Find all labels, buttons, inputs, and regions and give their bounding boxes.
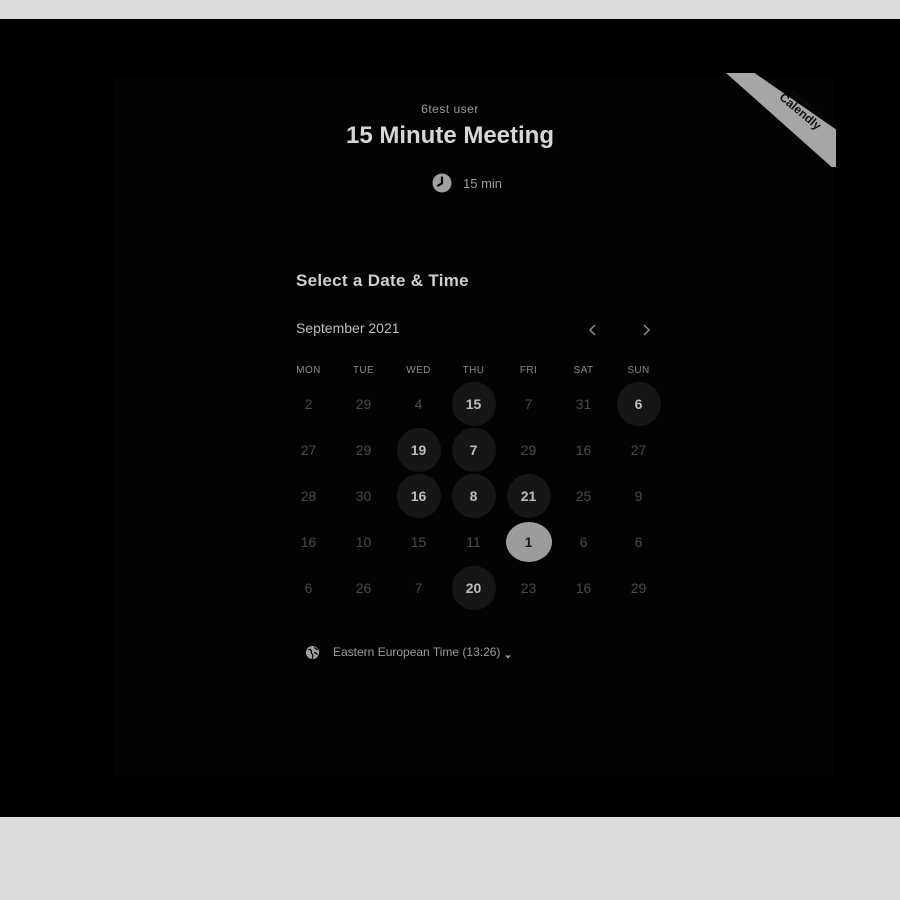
available-day-button[interactable]: 6 bbox=[616, 382, 661, 426]
event-duration: 15 min bbox=[432, 173, 502, 193]
day-cell: 30 bbox=[336, 473, 391, 519]
section-heading: Select a Date & Time bbox=[296, 271, 469, 290]
day-cell: 11 bbox=[446, 519, 501, 565]
unavailable-day: 27 bbox=[630, 442, 647, 458]
weekday-label: THU bbox=[462, 365, 485, 376]
available-day-button[interactable]: 15 bbox=[451, 382, 496, 426]
unavailable-day: 16 bbox=[575, 580, 592, 596]
event-title: 15 Minute Meeting bbox=[345, 122, 555, 149]
day-cell: 16 bbox=[556, 565, 611, 611]
unavailable-day: 7 bbox=[414, 580, 423, 596]
day-cell: 29 bbox=[611, 565, 666, 611]
next-month-button[interactable] bbox=[634, 318, 658, 342]
day-cell: 29 bbox=[501, 427, 556, 473]
unavailable-day: 6 bbox=[304, 580, 313, 596]
available-day-button[interactable]: 21 bbox=[506, 474, 551, 518]
unavailable-day: 29 bbox=[355, 396, 372, 412]
day-cell: 2 bbox=[281, 381, 336, 427]
weekday-label: SAT bbox=[573, 365, 594, 376]
unavailable-day: 15 bbox=[410, 534, 427, 550]
day-cell: 19 bbox=[391, 427, 446, 473]
previous-month-button[interactable] bbox=[581, 318, 605, 342]
day-cell: 28 bbox=[281, 473, 336, 519]
unavailable-day: 31 bbox=[575, 396, 592, 412]
unavailable-day: 6 bbox=[634, 534, 643, 550]
weekday-label: SUN bbox=[627, 365, 650, 376]
day-cell: 1 bbox=[501, 519, 556, 565]
available-day-button[interactable]: 20 bbox=[451, 566, 496, 610]
unavailable-day: 27 bbox=[300, 442, 317, 458]
day-cell: 6 bbox=[281, 565, 336, 611]
day-cell: 25 bbox=[556, 473, 611, 519]
duration-label: 15 min bbox=[463, 175, 503, 191]
clock-icon bbox=[432, 173, 452, 193]
unavailable-day: 2 bbox=[304, 396, 313, 412]
day-cell: 29 bbox=[336, 381, 391, 427]
available-day-button[interactable]: 7 bbox=[451, 428, 496, 472]
month-label: September 2021 bbox=[296, 320, 400, 336]
unavailable-day: 30 bbox=[355, 488, 372, 504]
available-day-button[interactable]: 8 bbox=[451, 474, 496, 518]
day-cell: 8 bbox=[446, 473, 501, 519]
timezone-label: Eastern European Time (13:26) bbox=[333, 645, 501, 659]
weekday-label: WED bbox=[406, 365, 431, 376]
day-cell: 21 bbox=[501, 473, 556, 519]
day-cell: 29 bbox=[336, 427, 391, 473]
day-cell: 16 bbox=[281, 519, 336, 565]
timezone-selector[interactable]: Eastern European Time (13:26) bbox=[305, 643, 512, 661]
unavailable-day: 6 bbox=[579, 534, 588, 550]
unavailable-day: 4 bbox=[414, 396, 423, 412]
unavailable-day: 29 bbox=[630, 580, 647, 596]
unavailable-day: 23 bbox=[520, 580, 537, 596]
day-cell: 27 bbox=[281, 427, 336, 473]
day-cell: 31 bbox=[556, 381, 611, 427]
unavailable-day: 28 bbox=[300, 488, 317, 504]
day-cell: 15 bbox=[391, 519, 446, 565]
day-cell: 6 bbox=[611, 519, 666, 565]
day-cell: 6 bbox=[556, 519, 611, 565]
day-cell: 7 bbox=[391, 565, 446, 611]
caret-down-icon bbox=[504, 649, 512, 659]
unavailable-day: 26 bbox=[355, 580, 372, 596]
host-name: 6test user bbox=[421, 102, 479, 116]
unavailable-day: 25 bbox=[575, 488, 592, 504]
available-day-button[interactable]: 16 bbox=[396, 474, 441, 518]
weekday-label: TUE bbox=[352, 365, 375, 376]
selected-day-button[interactable]: 1 bbox=[505, 522, 552, 562]
day-cell: 6 bbox=[611, 381, 666, 427]
day-cell: 16 bbox=[391, 473, 446, 519]
unavailable-day: 10 bbox=[355, 534, 372, 550]
weekday-label: FRI bbox=[519, 365, 538, 376]
chevron-left-icon bbox=[588, 324, 596, 336]
day-cell: 9 bbox=[611, 473, 666, 519]
globe-icon bbox=[305, 645, 320, 660]
calendar-grid: 2 29 4 15 7 31 6 27 29 19 7 29 16 27 28 30 16 8 21 25 9 16 10 1… bbox=[281, 381, 666, 611]
powered-by-ribbon[interactable]: POWERED BY Calendly bbox=[726, 73, 836, 167]
day-cell: 10 bbox=[336, 519, 391, 565]
chevron-right-icon bbox=[643, 324, 651, 336]
unavailable-day: 9 bbox=[634, 488, 643, 504]
day-cell: 16 bbox=[556, 427, 611, 473]
day-cell: 7 bbox=[501, 381, 556, 427]
unavailable-day: 29 bbox=[520, 442, 537, 458]
available-day-button[interactable]: 19 bbox=[396, 428, 441, 472]
unavailable-day: 16 bbox=[575, 442, 592, 458]
day-cell: 4 bbox=[391, 381, 446, 427]
day-cell: 27 bbox=[611, 427, 666, 473]
unavailable-day: 29 bbox=[355, 442, 372, 458]
day-cell: 7 bbox=[446, 427, 501, 473]
unavailable-day: 7 bbox=[524, 396, 533, 412]
day-cell: 26 bbox=[336, 565, 391, 611]
weekday-label: MON bbox=[296, 365, 321, 376]
day-cell: 23 bbox=[501, 565, 556, 611]
unavailable-day: 11 bbox=[466, 534, 481, 550]
unavailable-day: 16 bbox=[300, 534, 317, 550]
weekday-header: MON TUE WED THU FRI SAT SUN bbox=[281, 365, 666, 379]
day-cell: 20 bbox=[446, 565, 501, 611]
day-cell: 15 bbox=[446, 381, 501, 427]
